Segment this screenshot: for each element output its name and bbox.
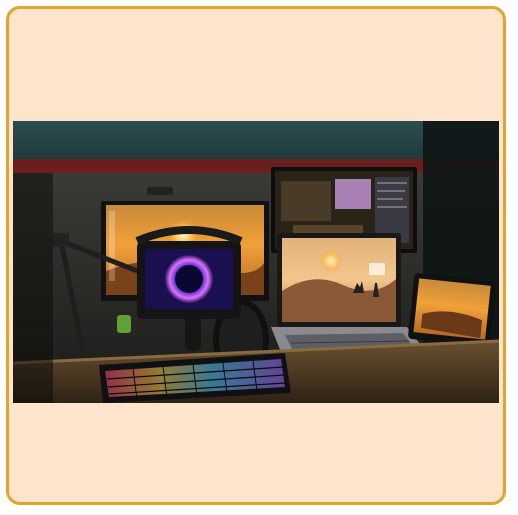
desk-setup-photo xyxy=(13,121,499,403)
image-frame xyxy=(6,6,506,505)
